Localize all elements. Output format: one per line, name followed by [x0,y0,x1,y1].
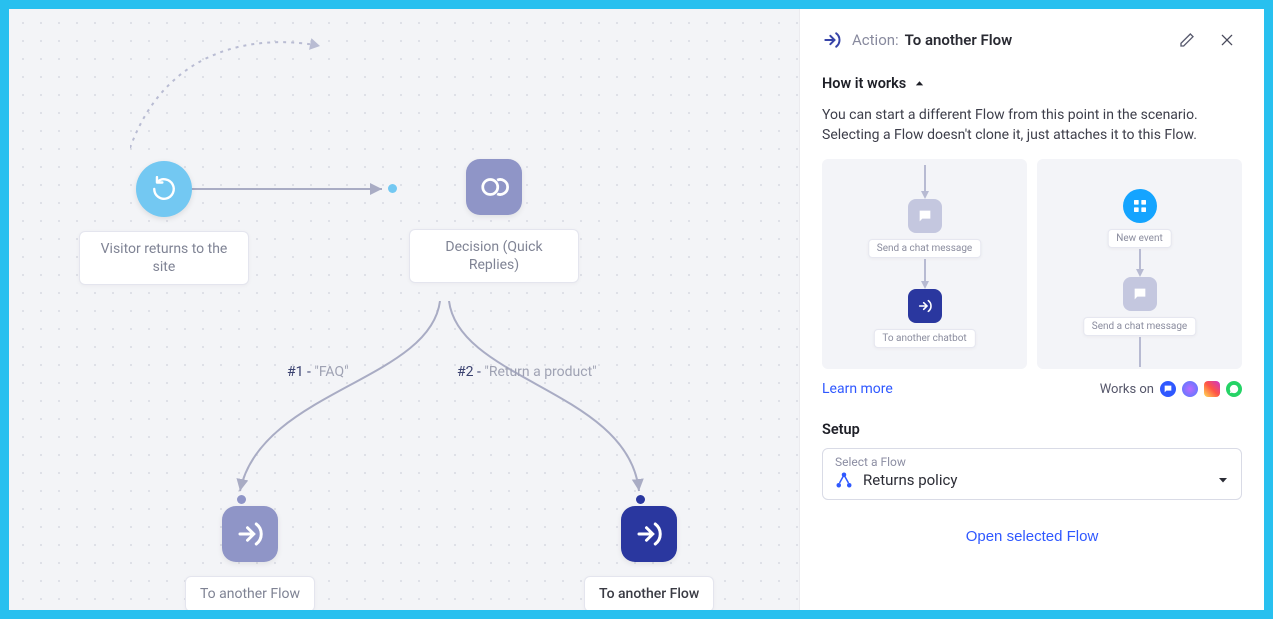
node-to-flow-b[interactable]: To another Flow [584,506,714,610]
illustration: Send a chat message To another chatbot N… [822,159,1242,369]
close-icon [1219,32,1235,48]
flow-branch-icon [835,471,853,489]
port-dot [388,184,397,193]
section-label: How it works [822,75,906,92]
learn-more-link[interactable]: Learn more [822,381,893,397]
close-button[interactable] [1212,25,1242,55]
details-panel: Action: To another Flow How it works You… [799,9,1264,610]
illustration-right: New event Send a chat message [1037,159,1242,369]
port-dot [237,495,246,504]
decision-icon [466,159,522,215]
to-flow-icon [822,30,842,50]
refresh-icon [136,161,192,217]
open-selected-flow-button[interactable]: Open selected Flow [966,528,1099,545]
how-it-works-description: You can start a different Flow from this… [822,106,1242,145]
branch-text: FAQ [319,364,344,380]
branch-label-2: #2 - "Return a product" [457,364,597,380]
works-on: Works on [1100,381,1242,397]
to-flow-icon [222,506,278,562]
chevron-down-icon [1217,474,1229,486]
edge-decision-to-flow-a [230,301,450,501]
chat-icon [1123,277,1157,311]
mini-label: Send a chat message [868,239,982,258]
pencil-icon [1179,32,1195,48]
illustration-footer: Learn more Works on [822,381,1242,397]
channel-instagram-icon [1204,381,1220,397]
event-icon [1123,189,1157,223]
to-flow-icon [621,506,677,562]
panel-header: Action: To another Flow [822,25,1242,55]
to-flow-icon [908,289,942,323]
channel-whatsapp-icon [1226,381,1242,397]
mini-label: Send a chat message [1083,317,1197,336]
illustration-left: Send a chat message To another chatbot [822,159,1027,369]
chat-icon [908,199,942,233]
branch-text: Return a product [489,364,592,380]
app-root: #1 - "FAQ" #2 - "Return a product" Visit… [9,9,1264,610]
works-on-label: Works on [1100,382,1154,397]
node-label: Visitor returns to the site [79,231,249,285]
edge-decision-to-flow-b [439,301,659,501]
branch-label-1: #1 - "FAQ" [287,364,349,380]
header-title: To another Flow [905,31,1013,49]
flow-canvas[interactable]: #1 - "FAQ" #2 - "Return a product" Visit… [9,9,799,610]
node-decision[interactable]: Decision (Quick Replies) [409,159,579,283]
node-start[interactable]: Visitor returns to the site [79,161,249,285]
branch-prefix: #2 [457,364,474,380]
chevron-up-icon [914,78,925,89]
port-dot [636,495,645,504]
node-label: To another Flow [185,576,315,610]
channel-livechat-icon [1160,381,1176,397]
setup-heading: Setup [822,421,1242,438]
select-label: Select a Flow [835,455,1229,469]
node-label: To another Flow [584,576,714,610]
mini-label: To another chatbot [873,329,975,348]
header-prefix: Action: [852,31,899,49]
branch-prefix: #1 [287,364,304,380]
edit-button[interactable] [1172,25,1202,55]
channel-messenger-icon [1182,381,1198,397]
node-label: Decision (Quick Replies) [409,229,579,283]
mini-label: New event [1107,229,1172,248]
node-to-flow-a[interactable]: To another Flow [185,506,315,610]
flow-select[interactable]: Select a Flow Returns policy [822,448,1242,500]
how-it-works-toggle[interactable]: How it works [822,75,1242,92]
selected-flow-value: Returns policy [863,471,1207,489]
